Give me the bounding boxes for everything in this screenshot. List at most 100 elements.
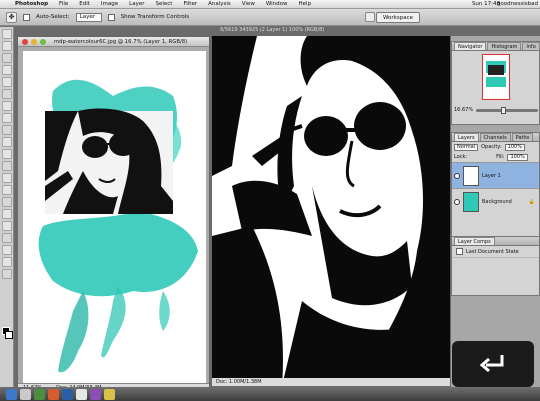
document-titlebar[interactable]: mdp-watercolour6C.jpg @ 16.7% (Layer 1, … <box>18 37 209 47</box>
magic-wand-tool-icon[interactable] <box>2 53 12 63</box>
lock-icon: 🔒 <box>528 198 535 205</box>
menu-app[interactable]: Photoshop <box>15 1 48 7</box>
marquee-tool-icon[interactable] <box>2 29 12 39</box>
opacity-field[interactable]: 100% <box>504 143 525 151</box>
options-bar: ✥ Auto-Select: Layer Show Transform Cont… <box>0 9 540 26</box>
autoselect-label: Auto-Select: <box>36 14 70 20</box>
tab-info[interactable]: Info <box>522 42 540 50</box>
healing-tool-icon[interactable] <box>2 89 12 99</box>
background-color-swatch[interactable] <box>5 331 13 339</box>
comp-checkbox[interactable] <box>456 248 463 255</box>
blend-mode-dropdown[interactable]: Normal <box>454 143 479 151</box>
menu-window[interactable]: Window <box>266 1 288 7</box>
crop-tool-icon[interactable] <box>2 65 12 75</box>
opacity-label: Opacity: <box>481 144 502 150</box>
shape-tool-icon[interactable] <box>2 221 12 231</box>
layer-row[interactable]: Layer 1 <box>452 162 539 188</box>
dock-app-icon[interactable] <box>90 388 101 400</box>
tab-layers[interactable]: Layers <box>454 133 479 141</box>
main-status-bar: Doc: 1.00M/1.38M <box>212 378 450 386</box>
workspace-button[interactable]: Workspace <box>375 12 420 23</box>
stamp-tool-icon[interactable] <box>2 113 12 123</box>
navigator-panel: Navigator Histogram Info 16.67% <box>451 41 540 125</box>
menu-image[interactable]: Image <box>101 1 118 7</box>
navigator-preview <box>483 55 509 99</box>
navigator-zoom-value[interactable]: 16.67% <box>454 107 473 113</box>
tab-histogram[interactable]: Histogram <box>487 42 522 50</box>
zoom-tool-icon[interactable] <box>2 269 12 279</box>
pen-tool-icon[interactable] <box>2 185 12 195</box>
dodge-tool-icon[interactable] <box>2 173 12 183</box>
document-canvas[interactable] <box>23 51 206 385</box>
bridge-icon[interactable] <box>365 12 375 22</box>
layer-thumbnail <box>463 165 479 186</box>
dock-app-icon[interactable] <box>76 388 87 400</box>
dock-finder-icon[interactable] <box>6 388 17 400</box>
navigator-zoom-slider[interactable] <box>476 106 538 114</box>
hand-tool-icon[interactable] <box>2 257 12 267</box>
return-button[interactable] <box>452 341 534 387</box>
tab-paths[interactable]: Paths <box>511 133 534 141</box>
dock-app-icon[interactable] <box>34 388 45 400</box>
layer-thumbnail <box>463 191 479 212</box>
dock-app-icon[interactable] <box>104 388 115 400</box>
zoom-window-icon[interactable] <box>40 38 46 45</box>
lasso-tool-icon[interactable] <box>2 41 12 51</box>
navigator-zoom-row: 16.67% <box>454 106 538 114</box>
gradient-tool-icon[interactable] <box>2 149 12 159</box>
brush-tool-icon[interactable] <box>2 101 12 111</box>
blur-tool-icon[interactable] <box>2 161 12 171</box>
menu-help[interactable]: Help <box>299 1 312 7</box>
navigator-tabs: Navigator Histogram Info <box>452 42 540 51</box>
main-info-text: 8/5619 343925 (2 Layer 1) 100% (RGB/8) <box>220 27 325 33</box>
panel-dock: Navigator Histogram Info 16.67% Layers C… <box>451 36 540 388</box>
eye-icon[interactable] <box>454 172 460 179</box>
layer-name: Background <box>482 198 512 205</box>
comp-item-label: Last Document State <box>466 248 519 255</box>
layer-row[interactable]: Background 🔒 <box>452 188 539 214</box>
lock-row: Lock: Fill: 100% <box>452 152 539 162</box>
dock-app-icon[interactable] <box>48 388 59 400</box>
slice-tool-icon[interactable] <box>2 77 12 87</box>
menu-analysis[interactable]: Analysis <box>208 1 231 7</box>
lock-label: Lock: <box>454 154 468 160</box>
menubar-user[interactable]: goodnessisbad <box>497 1 538 7</box>
document-title: mdp-watercolour6C.jpg @ 16.7% (Layer 1, … <box>54 38 188 45</box>
tools-panel <box>0 27 14 387</box>
eyedropper-tool-icon[interactable] <box>2 245 12 255</box>
menu-edit[interactable]: Edit <box>79 1 90 7</box>
layer-comps-panel: Layer Comps Last Document State <box>451 236 540 296</box>
move-tool-icon[interactable]: ✥ <box>6 11 17 23</box>
menu-filter[interactable]: Filter <box>183 1 197 7</box>
close-window-icon[interactable] <box>22 38 28 45</box>
dock-photoshop-icon[interactable] <box>62 388 73 400</box>
menu-select[interactable]: Select <box>156 1 173 7</box>
dock-app-icon[interactable] <box>20 388 31 400</box>
menu-layer[interactable]: Layer <box>129 1 144 7</box>
type-tool-icon[interactable] <box>2 197 12 207</box>
navigator-thumbnail[interactable] <box>482 54 510 100</box>
eye-icon[interactable] <box>454 198 460 205</box>
transform-checkbox[interactable] <box>107 13 115 21</box>
document-window: mdp-watercolour6C.jpg @ 16.7% (Layer 1, … <box>17 36 210 393</box>
notes-tool-icon[interactable] <box>2 233 12 243</box>
fill-field[interactable]: 100% <box>507 153 528 161</box>
autoselect-dropdown[interactable]: Layer <box>75 12 102 22</box>
comp-item[interactable]: Last Document State <box>452 246 539 258</box>
tab-navigator[interactable]: Navigator <box>454 42 487 50</box>
tab-layer-comps[interactable]: Layer Comps <box>454 237 495 245</box>
minimize-window-icon[interactable] <box>31 38 37 45</box>
return-arrow-icon <box>479 355 504 373</box>
autoselect-checkbox[interactable] <box>23 13 30 21</box>
history-brush-tool-icon[interactable] <box>2 125 12 135</box>
mac-dock <box>0 387 540 401</box>
menubar-clock: Sun 17:48 <box>471 1 500 7</box>
fill-label: Fill: <box>496 154 505 160</box>
path-select-tool-icon[interactable] <box>2 209 12 219</box>
eraser-tool-icon[interactable] <box>2 137 12 147</box>
slider-knob[interactable] <box>500 106 506 114</box>
menu-view[interactable]: View <box>242 1 255 7</box>
main-canvas[interactable] <box>212 36 450 386</box>
menu-file[interactable]: File <box>59 1 68 7</box>
tab-channels[interactable]: Channels <box>479 133 511 141</box>
